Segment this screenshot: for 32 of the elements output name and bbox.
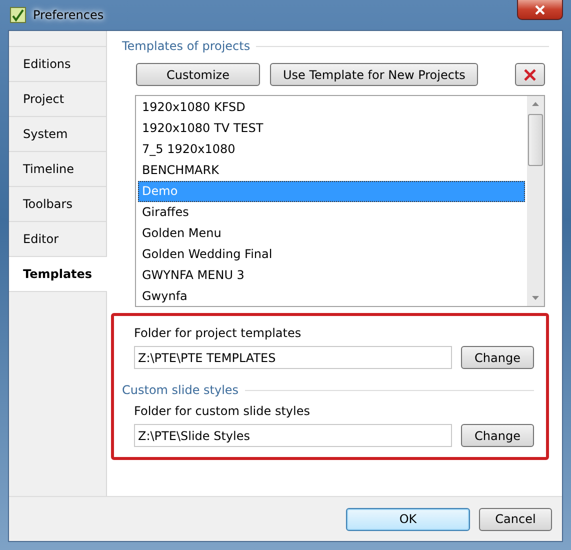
list-item[interactable]: BENCHMARK (138, 160, 525, 181)
list-item[interactable]: 1920x1080 KFSD (138, 97, 525, 118)
change-button[interactable]: Change (461, 346, 534, 369)
field-label: Folder for custom slide styles (134, 404, 311, 418)
list-item[interactable]: Golden Wedding Final (138, 244, 525, 265)
list-item[interactable]: Giraffes (138, 202, 525, 223)
scroll-up-icon[interactable] (532, 102, 539, 106)
close-icon (534, 4, 546, 14)
close-button[interactable] (517, 0, 563, 20)
folder-field[interactable]: Z:\PTE\PTE TEMPLATES (134, 346, 452, 369)
scrollbar[interactable] (527, 96, 544, 306)
ok-button[interactable]: OK (346, 508, 470, 530)
section-heading: Custom slide styles (122, 383, 239, 397)
list-item[interactable]: 1920x1080 TV TEST (138, 118, 525, 139)
app-icon (10, 7, 26, 23)
window-title: Preferences (33, 8, 104, 22)
delete-button[interactable] (515, 63, 545, 86)
scroll-down-icon[interactable] (532, 296, 539, 300)
folder-field[interactable]: Z:\PTE\Slide Styles (134, 424, 452, 447)
field-label: Folder for project templates (134, 326, 302, 340)
delete-icon (523, 68, 537, 82)
toolbar-button[interactable]: Use Template for New Projects (270, 63, 478, 86)
sidebar-item[interactable]: Templates (9, 256, 107, 292)
list-item[interactable]: 7_5 1920x1080 (138, 139, 525, 160)
list-item[interactable]: Golden Menu (138, 223, 525, 244)
cancel-button[interactable]: Cancel (479, 508, 552, 530)
list-item[interactable]: GWYNFA MENU 3 (138, 265, 525, 286)
toolbar-button[interactable]: Customize (136, 63, 260, 86)
change-button[interactable]: Change (461, 424, 534, 447)
list-item[interactable]: Gwynfa (138, 286, 525, 307)
section-heading: Templates of projects (122, 39, 250, 53)
scroll-thumb[interactable] (528, 114, 543, 166)
